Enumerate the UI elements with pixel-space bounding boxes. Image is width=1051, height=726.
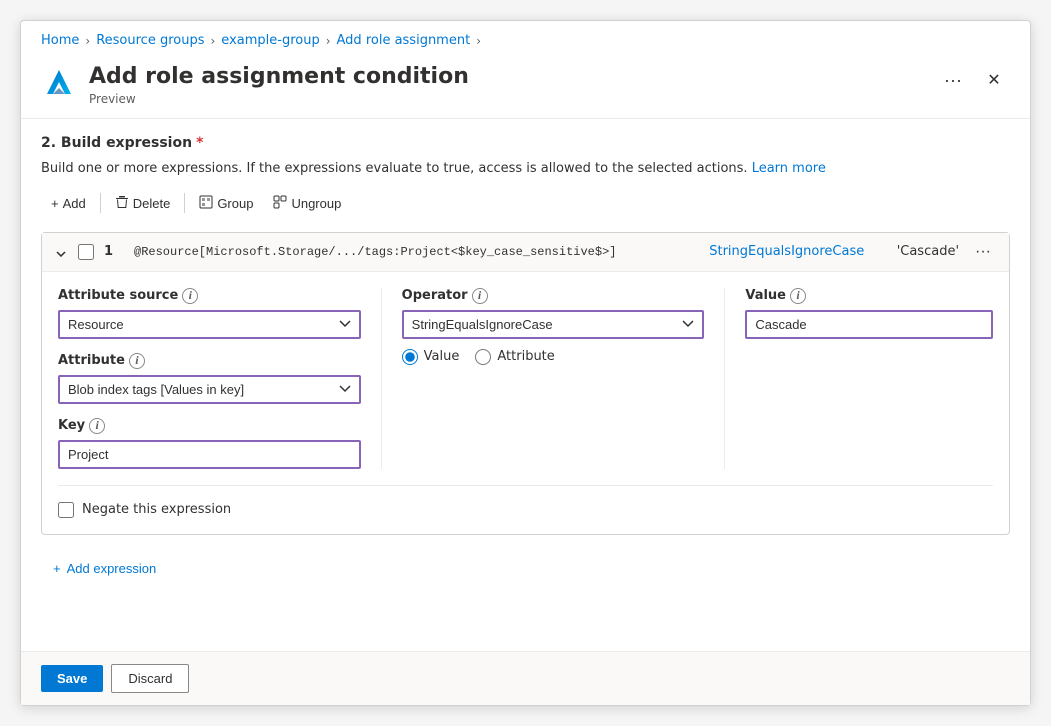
radio-value-input[interactable] (402, 349, 418, 365)
negate-section: Negate this expression (58, 502, 993, 518)
radio-attribute-input[interactable] (475, 349, 491, 365)
value-label: Value i (745, 288, 993, 304)
radio-value-label: Value (424, 349, 460, 364)
required-marker: * (196, 135, 203, 151)
radio-value-option[interactable]: Value (402, 349, 460, 365)
value-type-radio-group: Value Attribute (402, 349, 705, 365)
toolbar: + Add Delete (41, 191, 1010, 216)
expression-checkbox[interactable] (78, 244, 94, 260)
header-more-button[interactable]: ··· (936, 66, 970, 95)
save-button[interactable]: Save (41, 665, 103, 692)
close-button[interactable]: ✕ (978, 64, 1010, 96)
group-button[interactable]: Group (189, 191, 263, 216)
attribute-source-info-icon[interactable]: i (182, 288, 198, 304)
expression-code: @Resource[Microsoft.Storage/.../tags:Pro… (134, 245, 699, 259)
breadcrumb-resource-groups[interactable]: Resource groups (96, 33, 204, 48)
value-input[interactable] (745, 310, 993, 339)
expression-container: 1 @Resource[Microsoft.Storage/.../tags:P… (41, 232, 1010, 535)
key-input[interactable] (58, 440, 361, 469)
section-description: Build one or more expressions. If the ex… (41, 159, 1010, 179)
azure-logo-icon (41, 66, 77, 102)
expression-more-button[interactable]: ··· (969, 241, 997, 263)
delete-label: Delete (133, 196, 171, 211)
operator-label: Operator i (402, 288, 705, 304)
learn-more-link[interactable]: Learn more (752, 161, 826, 176)
expression-number: 1 (104, 244, 124, 259)
attribute-select[interactable]: Blob index tags [Values in key] Containe… (58, 375, 361, 404)
breadcrumb-sep-2: › (210, 34, 215, 48)
toolbar-separator-2 (184, 193, 185, 213)
operator-group: Operator i StringEqualsIgnoreCase String… (402, 288, 726, 469)
expression-operator-badge: StringEqualsIgnoreCase (709, 244, 864, 259)
group-icon (199, 195, 213, 212)
delete-button[interactable]: Delete (105, 191, 181, 216)
negate-checkbox[interactable] (58, 502, 74, 518)
negate-label: Negate this expression (82, 502, 231, 517)
section-desc-text: Build one or more expressions. If the ex… (41, 161, 748, 176)
expression-header: 1 @Resource[Microsoft.Storage/.../tags:P… (42, 233, 1009, 272)
add-expression-label: Add expression (67, 561, 157, 576)
trash-icon (115, 195, 129, 212)
attribute-info-icon[interactable]: i (129, 353, 145, 369)
ungroup-label: Ungroup (291, 196, 341, 211)
ungroup-icon (273, 195, 287, 212)
modal-title: Add role assignment condition (89, 64, 936, 90)
toolbar-separator-1 (100, 193, 101, 213)
modal-content: 2. Build expression * Build one or more … (21, 119, 1030, 651)
breadcrumb: Home › Resource groups › example-group ›… (21, 21, 1030, 56)
attribute-source-select[interactable]: Resource Environment Principal Request (58, 310, 361, 339)
expression-fields: Attribute source i Resource Environment … (58, 288, 993, 486)
breadcrumb-home[interactable]: Home (41, 33, 79, 48)
group-label: Group (217, 196, 253, 211)
expression-body: Attribute source i Resource Environment … (42, 272, 1009, 534)
operator-select[interactable]: StringEqualsIgnoreCase StringEquals Stri… (402, 310, 705, 339)
section-title: 2. Build expression * (41, 135, 1010, 151)
section-step-label: 2. Build expression (41, 135, 192, 151)
modal-container: Home › Resource groups › example-group ›… (20, 20, 1031, 706)
add-expression-icon: + (53, 561, 61, 576)
preview-label: Preview (89, 92, 936, 106)
header-actions: ··· ✕ (936, 64, 1010, 96)
expression-value-badge: 'Cascade' (897, 244, 959, 259)
radio-attribute-label: Attribute (497, 349, 554, 364)
operator-info-icon[interactable]: i (472, 288, 488, 304)
attribute-label: Attribute i (58, 353, 361, 369)
ungroup-button[interactable]: Ungroup (263, 191, 351, 216)
add-button[interactable]: + Add (41, 192, 96, 215)
add-icon: + (51, 196, 59, 211)
attribute-source-group: Attribute source i Resource Environment … (58, 288, 382, 469)
value-info-icon[interactable]: i (790, 288, 806, 304)
add-expression-button[interactable]: + Add expression (45, 555, 164, 582)
breadcrumb-sep-1: › (85, 34, 90, 48)
breadcrumb-sep-4: › (476, 34, 481, 48)
add-expression-row: + Add expression (41, 547, 1010, 590)
modal-footer: Save Discard (21, 651, 1030, 705)
radio-attribute-option[interactable]: Attribute (475, 349, 554, 365)
key-info-icon[interactable]: i (89, 418, 105, 434)
modal-header: Add role assignment condition Preview ··… (21, 56, 1030, 119)
discard-button[interactable]: Discard (111, 664, 189, 693)
collapse-button[interactable] (54, 242, 68, 262)
header-title-area: Add role assignment condition Preview (89, 64, 936, 106)
value-group: Value i (745, 288, 993, 469)
add-label: Add (63, 196, 86, 211)
breadcrumb-example-group[interactable]: example-group (221, 33, 319, 48)
breadcrumb-sep-3: › (326, 34, 331, 48)
attribute-source-label: Attribute source i (58, 288, 361, 304)
breadcrumb-add-role-assignment[interactable]: Add role assignment (337, 33, 471, 48)
key-label: Key i (58, 418, 361, 434)
